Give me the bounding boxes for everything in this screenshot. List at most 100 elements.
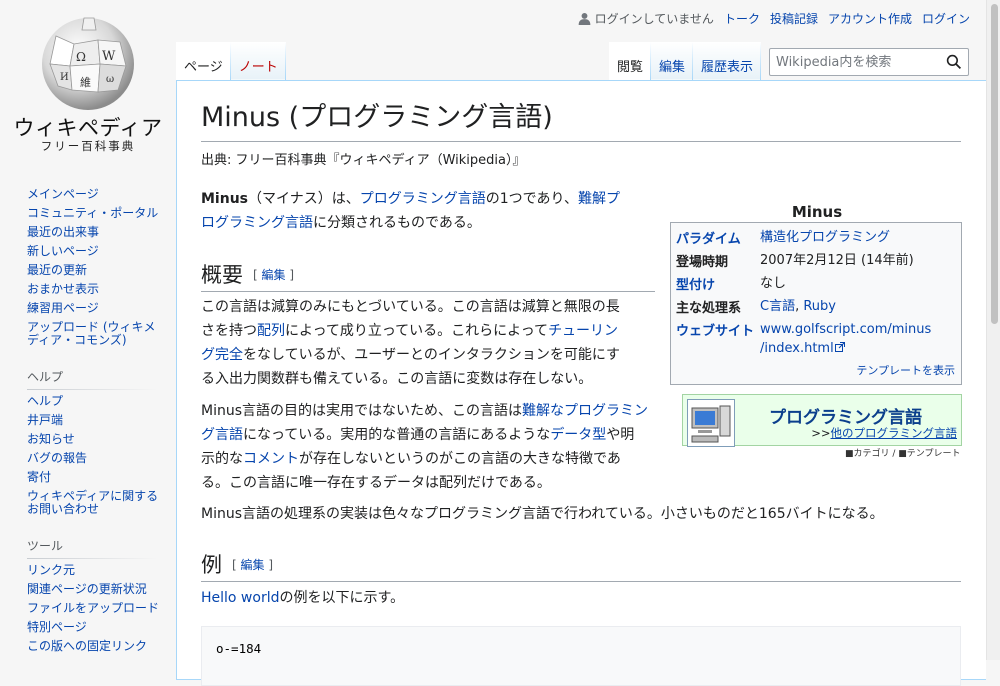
array-link[interactable]: 配列 bbox=[257, 323, 285, 339]
text: Minus言語の目的は実用ではないため、この言語は bbox=[201, 403, 523, 419]
sidebar-item-sandbox[interactable]: 練習用ページ bbox=[27, 301, 99, 315]
sidebar-item-notices[interactable]: お知らせ bbox=[27, 432, 75, 446]
example-paragraph: Hello worldの例を以下に示す。 bbox=[201, 586, 404, 610]
infobox-label: 主な処理系 bbox=[676, 301, 742, 316]
infobox-label: 登場時期 bbox=[676, 255, 729, 270]
sidebar-item-main-page[interactable]: メインページ bbox=[27, 187, 99, 201]
sidebar-item-bug-report[interactable]: バグの報告 bbox=[27, 451, 87, 465]
infobox: パラダイム 構造化プログラミング 登場時期 2007年2月12日 (14年前) … bbox=[670, 222, 962, 385]
sidebar-item-what-links-here[interactable]: リンク元 bbox=[27, 563, 75, 577]
text: 示的な bbox=[201, 451, 243, 467]
talk-link[interactable]: トーク bbox=[724, 10, 760, 27]
wikipedia-logo[interactable]: Ω W 維 И ω ウィキペディア フリー百科事典 bbox=[0, 0, 176, 160]
text: をなしているが、ユーザーとのインタラクションを可能にす bbox=[243, 347, 621, 363]
sidebar-item-special-pages[interactable]: 特別ページ bbox=[27, 620, 87, 634]
c-language-link[interactable]: C言語 bbox=[760, 299, 795, 314]
logo-tagline: フリー百科事典 bbox=[40, 139, 136, 153]
section-title: 例 bbox=[201, 553, 222, 577]
intro-bold: Minus bbox=[201, 191, 248, 207]
text: さを持つ bbox=[201, 323, 257, 339]
data-type-link[interactable]: データ型 bbox=[550, 427, 606, 443]
section-edit: [ 編集 ] bbox=[232, 558, 273, 572]
bracket: ] bbox=[289, 268, 295, 282]
sidebar-item-upload-file[interactable]: ファイルをアップロード bbox=[27, 601, 159, 615]
create-account-link[interactable]: アカウント作成 bbox=[828, 10, 912, 27]
comment-link[interactable]: コメント bbox=[243, 451, 299, 467]
text: この言語は減算のみにもとづいている。この言語は減算と無限の長 bbox=[201, 299, 620, 315]
infobox-label[interactable]: 型付け bbox=[676, 274, 761, 293]
sidebar-item-village-pump[interactable]: 井戸端 bbox=[27, 413, 63, 427]
website-link[interactable]: www.golfscript.com/minus/index.html bbox=[760, 320, 960, 358]
sidebar-navigation: メインページ コミュニティ・ポータル 最近の出来事 新しいページ 最近の更新 お… bbox=[27, 185, 167, 350]
computer-icon bbox=[687, 399, 735, 447]
view-template-link[interactable]: テンプレートを表示 bbox=[856, 362, 955, 378]
sidebar-item-donate[interactable]: 寄付 bbox=[27, 470, 51, 484]
sidebar-item-help[interactable]: ヘルプ bbox=[27, 394, 63, 408]
website-url[interactable]: www.golfscript.com/minus bbox=[760, 322, 931, 337]
esoteric-language-link[interactable]: グ言語 bbox=[201, 427, 243, 443]
section-heading-overview: 概要 [ 編集 ] bbox=[201, 259, 655, 292]
scrollbar-thumb[interactable] bbox=[991, 4, 998, 324]
section-title: 概要 bbox=[201, 263, 243, 287]
sidebar-item-current-events[interactable]: 最近の出来事 bbox=[27, 225, 99, 239]
site-sub: 出典: フリー百科事典『ウィキペディア（Wikipedia）』 bbox=[201, 153, 526, 168]
infobox-value-link[interactable]: 構造化プログラミング bbox=[760, 228, 960, 247]
login-link[interactable]: ログイン bbox=[922, 10, 970, 27]
sidebar-item-recent-changes[interactable]: 最近の更新 bbox=[27, 263, 87, 277]
infobox-label[interactable]: ウェブサイト bbox=[676, 320, 761, 339]
sidebar: メインページ コミュニティ・ポータル 最近の出来事 新しいページ 最近の更新 お… bbox=[27, 185, 167, 668]
other-languages-link[interactable]: 他のプログラミング言語 bbox=[831, 426, 958, 440]
personal-tools: ログインしていません トーク 投稿記録 アカウント作成 ログイン bbox=[578, 10, 970, 27]
sidebar-help: ヘルプ ヘルプ 井戸端 お知らせ バグの報告 寄付 ウィキペディアに関するお問い… bbox=[27, 368, 167, 519]
section-edit-link[interactable]: 編集 bbox=[262, 268, 286, 282]
search-icon[interactable] bbox=[946, 54, 962, 70]
portal-box: プログラミング言語 >>他のプログラミング言語 bbox=[682, 394, 962, 447]
search-input[interactable] bbox=[770, 49, 940, 75]
esoteric-language-link[interactable]: 難解プ bbox=[578, 191, 620, 207]
infobox-label[interactable]: パラダイム bbox=[676, 228, 761, 247]
svg-text:Ω: Ω bbox=[76, 50, 86, 64]
tab-talk[interactable]: ノート bbox=[230, 42, 286, 80]
ruby-link[interactable]: Ruby bbox=[803, 299, 836, 314]
portal-other-prefix: >> bbox=[811, 426, 831, 440]
tab-history[interactable]: 履歴表示 bbox=[693, 42, 762, 80]
intro-text: の1つであり、 bbox=[485, 191, 578, 207]
sidebar-item-upload-commons[interactable]: アップロード (ウィキメディア・コモンズ) bbox=[27, 320, 156, 347]
anon-status: ログインしていません bbox=[578, 10, 714, 27]
bracket: [ bbox=[253, 268, 258, 282]
text: が存在しないというのがこの言語の大きな特徴であ bbox=[299, 451, 621, 467]
intro-text: に分類されるものである。 bbox=[313, 215, 481, 231]
tab-read[interactable]: 閲覧 bbox=[609, 42, 652, 80]
sidebar-item-contact[interactable]: ウィキペディアに関するお問い合わせ bbox=[27, 489, 158, 516]
sidebar-help-heading: ヘルプ bbox=[27, 368, 167, 390]
sidebar-item-community-portal[interactable]: コミュニティ・ポータル bbox=[27, 206, 158, 220]
svg-text:И: И bbox=[60, 72, 69, 83]
website-url[interactable]: /index.html bbox=[760, 341, 834, 356]
sidebar-item-permanent-link[interactable]: この版への固定リンク bbox=[27, 639, 147, 653]
sidebar-item-new-pages[interactable]: 新しいページ bbox=[27, 244, 99, 258]
sidebar-item-random-page[interactable]: おまかせ表示 bbox=[27, 282, 99, 296]
svg-text:W: W bbox=[102, 49, 116, 64]
user-icon bbox=[578, 12, 591, 25]
tab-page[interactable]: ページ bbox=[176, 42, 231, 80]
text: によって成り立っている。これらによって bbox=[285, 323, 549, 339]
code-block: o-=184 bbox=[201, 626, 961, 686]
turing-complete-link[interactable]: チューリン bbox=[548, 323, 618, 339]
text: る。この言語に唯一存在するデータは配列だけである。 bbox=[201, 475, 551, 491]
sidebar-item-related-changes[interactable]: 関連ページの更新状況 bbox=[27, 582, 147, 596]
esoteric-language-link[interactable]: ログラミング言語 bbox=[201, 215, 313, 231]
section-edit-link[interactable]: 編集 bbox=[241, 558, 265, 572]
puzzle-globe-icon: Ω W 維 И ω bbox=[42, 17, 134, 110]
text: る入出力関数群も備えている。この言語に変数は存在しない。 bbox=[201, 371, 593, 387]
view-tabs: 閲覧 編集 履歴表示 bbox=[609, 42, 762, 80]
esoteric-language-link[interactable]: 難解なプログラミン bbox=[522, 403, 648, 419]
scrollbar[interactable] bbox=[986, 0, 1000, 660]
tab-edit[interactable]: 編集 bbox=[651, 42, 694, 80]
contributions-link[interactable]: 投稿記録 bbox=[770, 10, 818, 27]
hello-world-link[interactable]: Hello world bbox=[201, 590, 279, 606]
intro-paragraph: Minus（マイナス）は、プログラミング言語の1つであり、難解プ ログラミング言語… bbox=[201, 187, 661, 235]
turing-complete-link[interactable]: グ完全 bbox=[201, 347, 243, 363]
portal-sub-links[interactable]: ■カテゴリ / ■テンプレート bbox=[845, 446, 961, 459]
programming-language-link[interactable]: プログラミング言語 bbox=[360, 191, 486, 207]
text: の例を以下に示す。 bbox=[279, 590, 405, 606]
